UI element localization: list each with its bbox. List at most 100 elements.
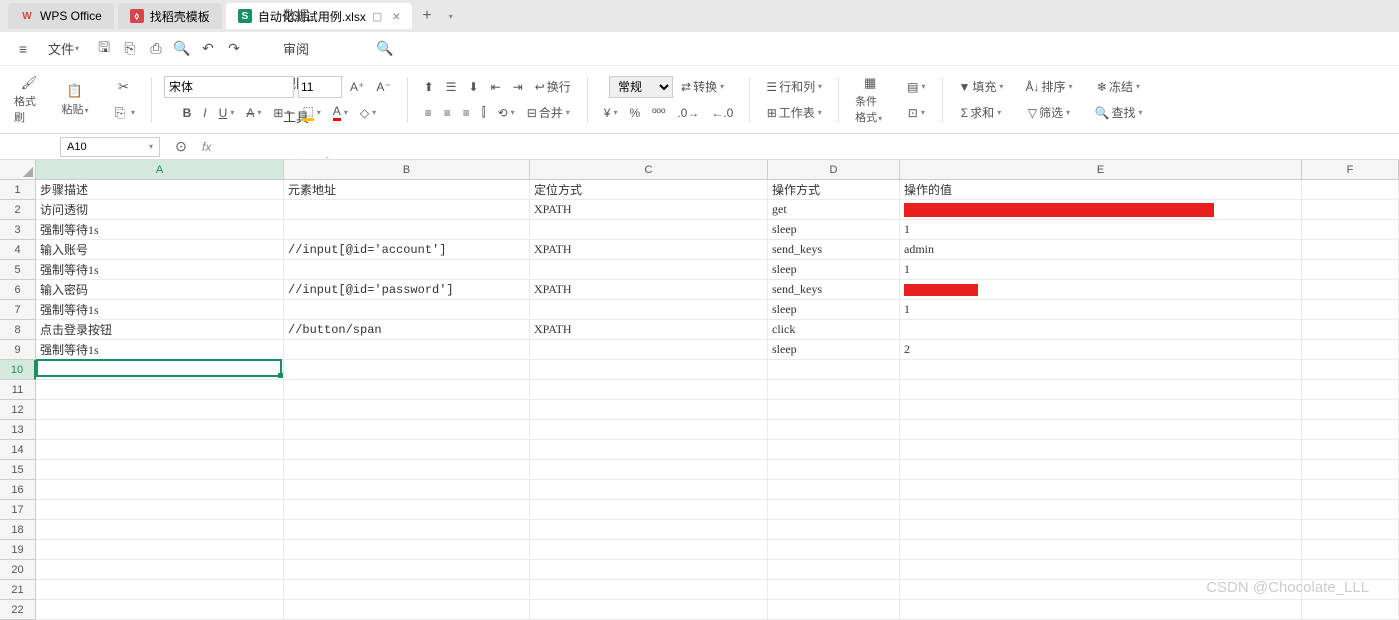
row-header[interactable]: 6 — [0, 280, 36, 300]
cell[interactable]: sleep — [768, 260, 900, 280]
cell[interactable] — [1302, 480, 1399, 500]
file-menu[interactable]: 文件▾ — [38, 32, 89, 66]
font-family-select[interactable] — [164, 76, 294, 98]
cell[interactable] — [1302, 180, 1399, 200]
col-header-D[interactable]: D — [768, 160, 900, 180]
row-header[interactable]: 16 — [0, 480, 36, 500]
row-header[interactable]: 17 — [0, 500, 36, 520]
clear-format-button[interactable]: ◇▾ — [356, 101, 380, 125]
print-icon[interactable]: ⎙ — [145, 38, 167, 60]
font-color-button[interactable]: A▾ — [329, 101, 352, 125]
cell[interactable] — [530, 460, 768, 480]
cell[interactable]: sleep — [768, 220, 900, 240]
cell[interactable] — [1302, 280, 1399, 300]
cell[interactable] — [36, 400, 284, 420]
cell[interactable] — [768, 360, 900, 380]
decimal-increase-button[interactable]: .0→ — [673, 101, 703, 125]
cell[interactable] — [530, 600, 768, 620]
font-decrease-button[interactable]: A⁻ — [372, 75, 394, 99]
row-header[interactable]: 15 — [0, 460, 36, 480]
row-header[interactable]: 9 — [0, 340, 36, 360]
cell[interactable] — [768, 580, 900, 600]
cell[interactable] — [768, 480, 900, 500]
cell[interactable] — [1302, 380, 1399, 400]
cell[interactable] — [284, 500, 530, 520]
convert-button[interactable]: ⇄转换▾ — [677, 75, 728, 99]
export-icon[interactable]: ⎘ — [119, 38, 141, 60]
col-header-A[interactable]: A — [36, 160, 284, 180]
window-mode-icon[interactable]: ▢ — [372, 10, 382, 23]
menu-item-4[interactable]: 数据 — [273, 0, 358, 32]
underline-button[interactable]: U▾ — [215, 101, 239, 125]
cell[interactable] — [36, 520, 284, 540]
cell[interactable]: admin — [900, 240, 1302, 260]
cell[interactable] — [36, 380, 284, 400]
cell[interactable] — [900, 480, 1302, 500]
cell[interactable] — [284, 460, 530, 480]
cell[interactable] — [1302, 420, 1399, 440]
formula-input[interactable] — [221, 137, 1389, 157]
save-icon[interactable]: 🖫 — [93, 38, 115, 60]
cell[interactable] — [768, 400, 900, 420]
cell[interactable] — [768, 460, 900, 480]
cell[interactable] — [36, 440, 284, 460]
col-header-B[interactable]: B — [284, 160, 530, 180]
cell[interactable]: 1 — [900, 300, 1302, 320]
format-brush-button[interactable]: 🖌格式刷 — [10, 75, 48, 125]
cell[interactable]: //input[@id='password'] — [284, 280, 530, 300]
distribute-button[interactable]: ⫿ — [478, 101, 490, 125]
align-bottom-button[interactable]: ⬇ — [465, 75, 483, 99]
cell-style-button[interactable]: ▤▾ — [903, 75, 929, 99]
cell[interactable]: send_keys — [768, 240, 900, 260]
tab-wps-office[interactable]: W WPS Office — [8, 3, 114, 29]
cell[interactable] — [36, 600, 284, 620]
cell[interactable] — [1302, 320, 1399, 340]
cell[interactable] — [1302, 200, 1399, 220]
cell[interactable] — [1302, 400, 1399, 420]
indent-decrease-button[interactable]: ⇤ — [487, 75, 505, 99]
search-icon[interactable]: 🔍 — [374, 38, 396, 60]
cell[interactable] — [530, 560, 768, 580]
tab-menu-dropdown[interactable]: ▾ — [443, 12, 459, 21]
cell[interactable] — [284, 420, 530, 440]
cell[interactable]: 2 — [900, 340, 1302, 360]
cell[interactable] — [1302, 580, 1399, 600]
sum-button[interactable]: Σ 求和▾ — [957, 101, 1005, 125]
wrap-text-button[interactable]: ↩换行 — [531, 75, 575, 99]
cell[interactable] — [1302, 240, 1399, 260]
row-header[interactable]: 12 — [0, 400, 36, 420]
cell[interactable] — [900, 440, 1302, 460]
cell[interactable] — [1302, 440, 1399, 460]
col-header-E[interactable]: E — [900, 160, 1302, 180]
cell[interactable] — [1302, 500, 1399, 520]
cell[interactable]: 访问透彻 — [36, 200, 284, 220]
cell[interactable]: 1 — [900, 260, 1302, 280]
conditional-format-button[interactable]: ▦条件格式▾ — [851, 75, 889, 125]
cell[interactable] — [900, 320, 1302, 340]
cell[interactable] — [768, 440, 900, 460]
cell[interactable] — [900, 280, 1302, 300]
font-increase-button[interactable]: A⁺ — [346, 75, 368, 99]
cell[interactable] — [284, 380, 530, 400]
cell[interactable]: sleep — [768, 340, 900, 360]
cell[interactable]: 强制等待1s — [36, 260, 284, 280]
cell[interactable]: 输入密码 — [36, 280, 284, 300]
cell[interactable] — [900, 420, 1302, 440]
cell[interactable] — [900, 380, 1302, 400]
cell[interactable] — [530, 260, 768, 280]
align-top-button[interactable]: ⬆ — [420, 75, 438, 99]
border-button[interactable]: ⊞▾ — [269, 101, 294, 125]
find-button[interactable]: 🔍 查找▾ — [1090, 101, 1146, 125]
cell[interactable] — [768, 380, 900, 400]
decimal-decrease-button[interactable]: ←.0 — [707, 101, 737, 125]
cell[interactable] — [768, 540, 900, 560]
cell[interactable] — [768, 420, 900, 440]
cell[interactable]: sleep — [768, 300, 900, 320]
cell[interactable] — [900, 500, 1302, 520]
cell[interactable] — [284, 580, 530, 600]
cell[interactable] — [1302, 560, 1399, 580]
cell[interactable] — [284, 440, 530, 460]
cell[interactable] — [36, 460, 284, 480]
rows-cols-button[interactable]: ☰ 行和列▾ — [762, 75, 826, 99]
cell[interactable] — [36, 500, 284, 520]
